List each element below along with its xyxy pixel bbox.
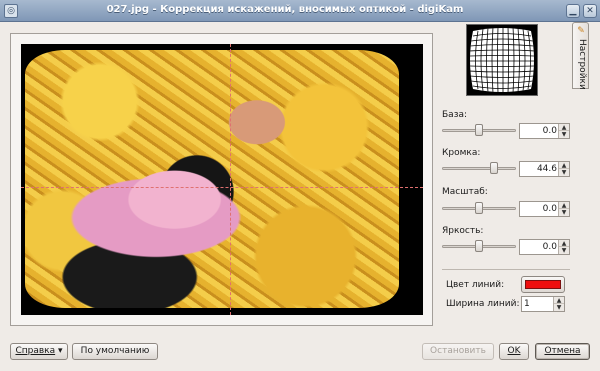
brightness-spinbox[interactable]: 0.0 ▲ ▼ bbox=[519, 239, 570, 255]
edge-spinbox[interactable]: 44.6 ▲ ▼ bbox=[519, 161, 570, 177]
spin-down-icon[interactable]: ▼ bbox=[554, 304, 564, 311]
cancel-button-label: Отмена bbox=[544, 346, 581, 356]
minimize-icon[interactable]: ▁ bbox=[566, 4, 580, 18]
brightness-slider-handle[interactable] bbox=[475, 240, 483, 252]
line-width-value[interactable]: 1 bbox=[524, 299, 552, 309]
base-slider[interactable] bbox=[442, 123, 516, 137]
edge-value[interactable]: 44.6 bbox=[522, 164, 557, 174]
scale-label: Масштаб: bbox=[442, 187, 488, 197]
vertical-guide-line[interactable] bbox=[230, 44, 231, 315]
horizontal-guide-line[interactable] bbox=[21, 187, 423, 188]
line-width-spinbox[interactable]: 1 ▲ ▼ bbox=[521, 296, 565, 312]
spin-up-icon[interactable]: ▲ bbox=[559, 124, 569, 131]
base-label: База: bbox=[442, 110, 468, 120]
window-title: 027.jpg - Коррекция искажений, вносимых … bbox=[106, 4, 464, 15]
spin-down-icon[interactable]: ▼ bbox=[559, 131, 569, 138]
brightness-spin-arrows: ▲ ▼ bbox=[558, 240, 569, 254]
close-icon[interactable]: ✕ bbox=[583, 4, 597, 18]
defaults-button[interactable]: По умолчанию bbox=[72, 343, 158, 360]
spin-up-icon[interactable]: ▲ bbox=[559, 240, 569, 247]
line-width-label: Ширина линий: bbox=[446, 299, 520, 309]
base-spin-arrows: ▲ ▼ bbox=[558, 124, 569, 138]
digikam-app-icon[interactable]: ◎ bbox=[4, 4, 18, 18]
distortion-grid-icon bbox=[470, 28, 534, 92]
ok-button-label: OK bbox=[507, 346, 521, 356]
preview-frame bbox=[10, 33, 433, 326]
base-spinbox[interactable]: 0.0 ▲ ▼ bbox=[519, 123, 570, 139]
help-button[interactable]: Справка ▾ bbox=[10, 343, 68, 360]
distortion-grid-thumbnail bbox=[466, 24, 538, 96]
brightness-label: Яркость: bbox=[442, 226, 484, 236]
scale-spinbox[interactable]: 0.0 ▲ ▼ bbox=[519, 201, 570, 217]
settings-separator bbox=[442, 269, 570, 270]
defaults-button-label: По умолчанию bbox=[80, 346, 150, 356]
scale-value[interactable]: 0.0 bbox=[522, 204, 557, 214]
preview-canvas[interactable] bbox=[21, 44, 423, 315]
edge-spin-arrows: ▲ ▼ bbox=[558, 162, 569, 176]
base-value[interactable]: 0.0 bbox=[522, 126, 557, 136]
spin-down-icon[interactable]: ▼ bbox=[559, 209, 569, 216]
cancel-button[interactable]: Отмена bbox=[535, 343, 590, 360]
settings-icon: ✎ bbox=[577, 26, 585, 36]
line-color-label: Цвет линий: bbox=[446, 280, 505, 290]
dropdown-arrow-icon: ▾ bbox=[58, 346, 63, 356]
scale-slider[interactable] bbox=[442, 201, 516, 215]
base-slider-handle[interactable] bbox=[475, 124, 483, 136]
help-button-label: Справка bbox=[15, 346, 56, 356]
stop-button-label: Остановить bbox=[430, 346, 486, 356]
spin-down-icon[interactable]: ▼ bbox=[559, 247, 569, 254]
line-width-spin-arrows: ▲ ▼ bbox=[553, 297, 564, 311]
title-bar: ◎ 027.jpg - Коррекция искажений, вносимы… bbox=[0, 0, 600, 22]
spin-up-icon[interactable]: ▲ bbox=[559, 202, 569, 209]
spin-up-icon[interactable]: ▲ bbox=[554, 297, 564, 304]
edge-slider-handle[interactable] bbox=[490, 162, 498, 174]
tab-settings[interactable]: ✎ Настройки bbox=[572, 22, 589, 90]
scale-slider-handle[interactable] bbox=[475, 202, 483, 214]
edge-slider-track bbox=[442, 167, 516, 170]
scale-spin-arrows: ▲ ▼ bbox=[558, 202, 569, 216]
stop-button[interactable]: Остановить bbox=[422, 343, 494, 360]
brightness-value[interactable]: 0.0 bbox=[522, 242, 557, 252]
brightness-slider[interactable] bbox=[442, 239, 516, 253]
line-color-button[interactable] bbox=[521, 276, 565, 293]
spin-up-icon[interactable]: ▲ bbox=[559, 162, 569, 169]
line-color-swatch bbox=[525, 280, 561, 289]
ok-button[interactable]: OK bbox=[499, 343, 529, 360]
edge-slider[interactable] bbox=[442, 161, 516, 175]
edge-label: Кромка: bbox=[442, 148, 481, 158]
tab-settings-label: Настройки bbox=[577, 39, 587, 90]
spin-down-icon[interactable]: ▼ bbox=[559, 169, 569, 176]
preview-image bbox=[25, 50, 399, 308]
